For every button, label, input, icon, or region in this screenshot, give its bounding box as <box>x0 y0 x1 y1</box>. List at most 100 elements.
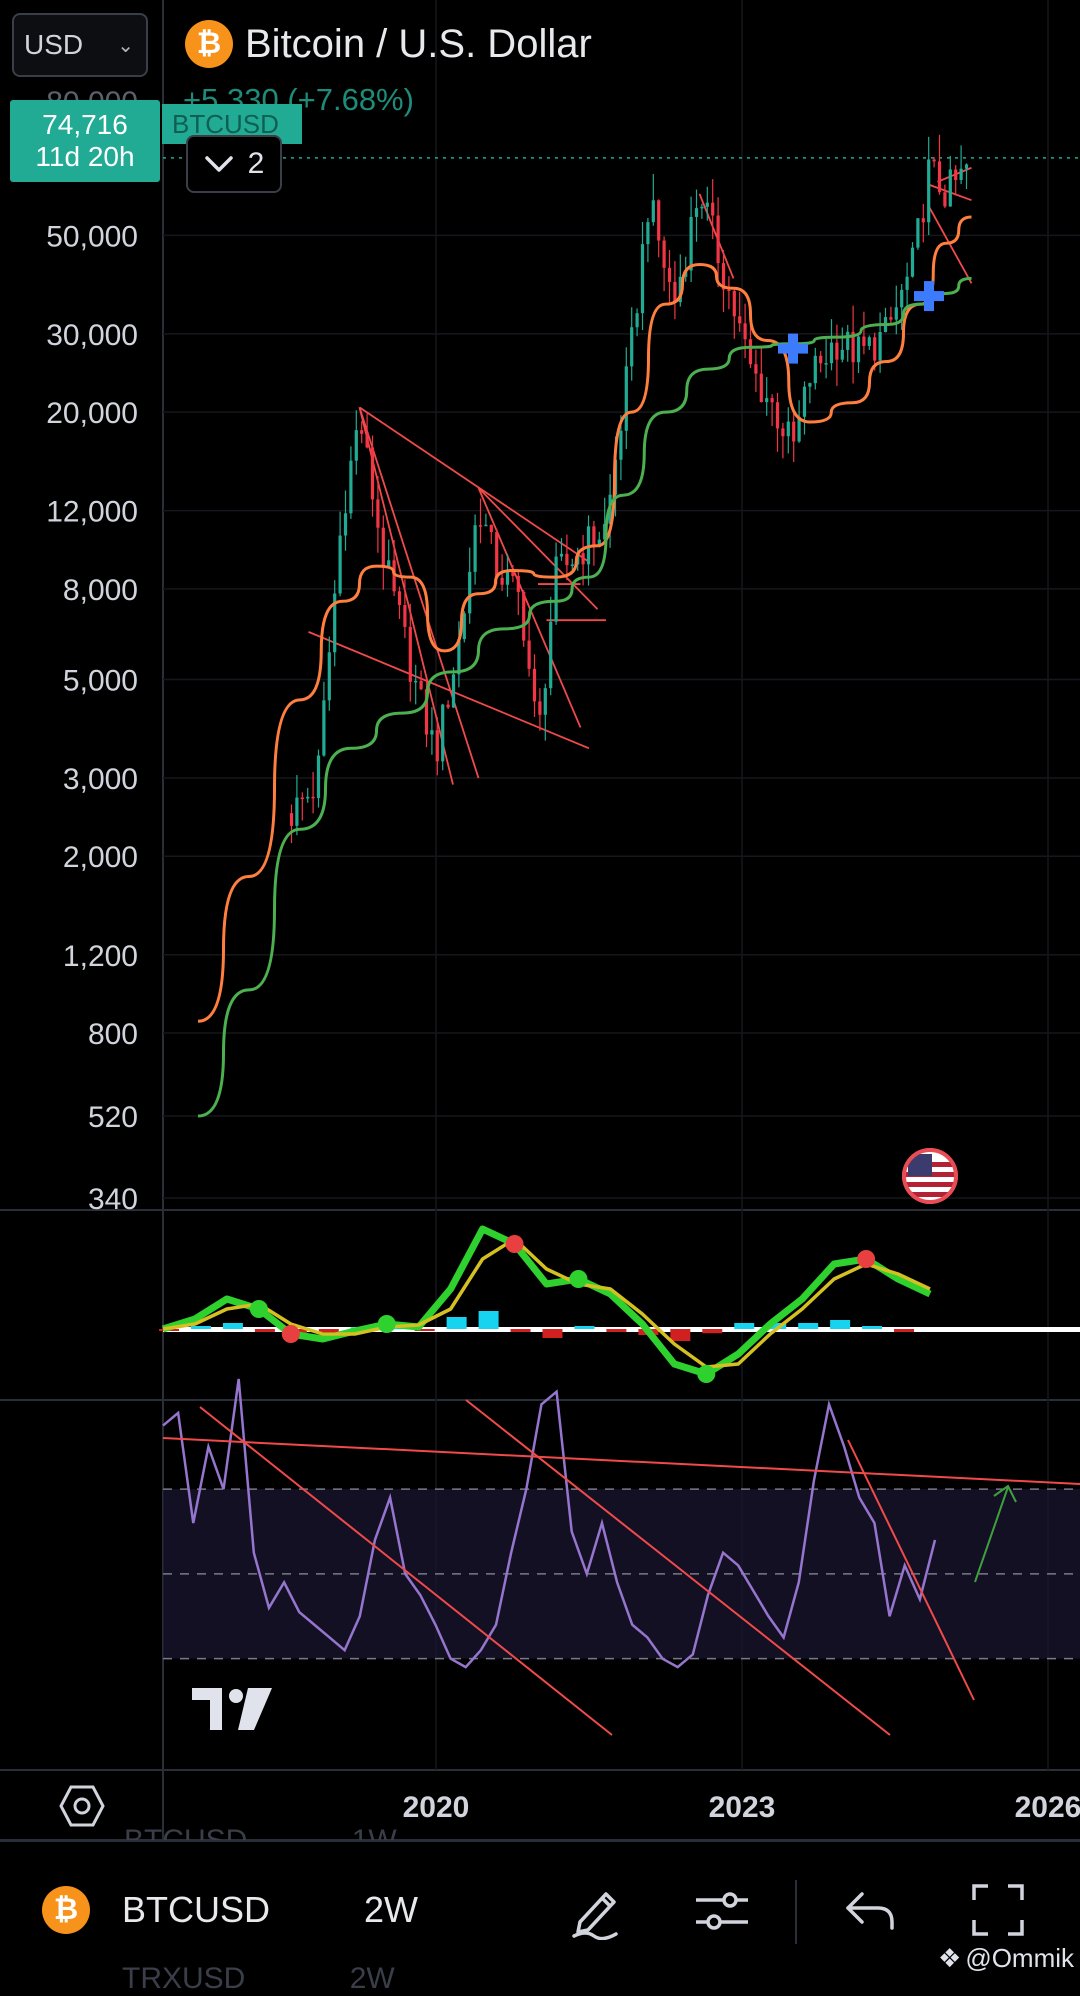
candle-body <box>700 206 704 209</box>
candle-body <box>657 200 661 241</box>
candle-body <box>716 215 720 264</box>
candle-body <box>937 161 942 193</box>
x-tick-label: 2023 <box>709 1791 776 1824</box>
rsi-pane <box>162 1378 1080 1736</box>
candle-body <box>921 218 925 223</box>
histogram-bar <box>446 1317 467 1329</box>
candle-body <box>792 421 796 442</box>
histogram-bar <box>254 1329 275 1332</box>
page-title: Bitcoin / U.S. Dollar <box>245 21 592 66</box>
chevron-down-icon <box>204 156 233 172</box>
candle-body <box>943 192 947 207</box>
candle-body <box>554 556 558 622</box>
cross-dot <box>377 1315 396 1333</box>
y-tick-label: 20,000 <box>46 397 138 430</box>
ma-slow-line <box>197 276 972 1118</box>
candle-body <box>673 281 677 303</box>
chevron-down-icon: ⌄ <box>117 34 134 57</box>
candle-body <box>559 553 564 557</box>
collapse-indicators-button[interactable]: 2 <box>186 135 282 193</box>
pen-icon[interactable] <box>566 1880 626 1940</box>
undo-icon[interactable] <box>840 1880 900 1940</box>
candle-body <box>738 316 742 324</box>
histogram-bar <box>574 1326 595 1329</box>
candle-body <box>327 652 331 701</box>
candle-body <box>565 553 569 566</box>
candle-body <box>743 323 747 340</box>
candle-body <box>619 430 623 460</box>
candle-body <box>500 577 504 585</box>
cross-dot <box>505 1235 524 1253</box>
y-tick-label: 2,000 <box>63 841 138 874</box>
candle-body <box>511 571 515 576</box>
candle-body <box>765 398 769 403</box>
candle-body <box>635 313 639 328</box>
candle-body <box>662 240 666 268</box>
cross-dot <box>281 1325 300 1343</box>
candle-body <box>397 591 402 606</box>
chart-canvas[interactable]: 340 520 800 1,200 2,000 3,000 5,000 8,000 12,000… <box>0 0 1080 1984</box>
candle-body <box>408 626 412 682</box>
candle-body <box>905 276 909 290</box>
candle-body <box>338 535 342 594</box>
cross-marker-v <box>788 333 798 364</box>
candle-body <box>370 447 375 500</box>
cross-dot <box>697 1365 716 1383</box>
ghost-list-item: TRXUSD 2W <box>122 1962 395 1996</box>
candle-body <box>959 168 963 181</box>
hexagon-settings-icon[interactable] <box>58 1784 106 1828</box>
candle-body <box>289 813 294 826</box>
histogram-bar <box>798 1323 819 1329</box>
cross-dot <box>569 1270 588 1288</box>
candle-body <box>694 208 699 217</box>
candle-body <box>570 564 574 566</box>
ma-fast-line <box>197 215 972 1023</box>
candle-body <box>484 524 488 527</box>
candle-body <box>835 342 839 360</box>
candle-body <box>781 428 785 437</box>
y-tick-label: 5,000 <box>63 664 138 697</box>
toolbar-separator <box>795 1880 797 1944</box>
symbol-title[interactable]: ₿ Bitcoin / U.S. Dollar <box>185 20 592 68</box>
fullscreen-icon[interactable] <box>968 1880 1028 1940</box>
candle-body <box>689 216 693 271</box>
candle-body <box>748 339 753 365</box>
candle-body <box>651 200 655 223</box>
candle-body <box>419 680 423 690</box>
candle-body <box>630 327 634 367</box>
candle-body <box>873 337 877 361</box>
trendlines <box>308 166 973 785</box>
candle-body <box>360 430 364 434</box>
y-tick-label: 520 <box>88 1101 138 1134</box>
candle-body <box>954 169 958 181</box>
candle-body <box>522 591 526 641</box>
histogram-bar <box>606 1329 627 1332</box>
y-tick-label: 30,000 <box>46 319 138 352</box>
histogram-bar <box>190 1326 211 1329</box>
candle-body <box>808 383 812 387</box>
currency-select[interactable]: USD ⌄ <box>12 13 148 77</box>
candle-body <box>376 499 380 528</box>
candle-body <box>543 688 547 715</box>
candle-body <box>414 680 418 683</box>
y-tick-label: 50,000 <box>46 220 138 253</box>
histogram-bar <box>830 1320 851 1329</box>
sliders-icon[interactable] <box>692 1880 752 1940</box>
interval-button[interactable]: 2W <box>364 1886 418 1934</box>
candle-body <box>770 398 774 403</box>
y-tick-label: 3,000 <box>63 763 138 796</box>
histogram-bar <box>734 1323 755 1329</box>
candle-body <box>311 796 315 799</box>
cross-marker-v <box>924 281 934 312</box>
candle-body <box>505 571 510 585</box>
us-flag-icon[interactable] <box>902 1148 958 1204</box>
cross-dot <box>249 1300 268 1318</box>
candle-body <box>306 796 310 799</box>
candle-body <box>435 730 439 762</box>
symbol-button[interactable]: BTCUSD <box>122 1886 270 1934</box>
candle-body <box>732 291 736 317</box>
candle-body <box>889 317 893 320</box>
candle-body <box>867 337 871 346</box>
candle-body <box>516 575 520 592</box>
candle-body <box>430 730 434 735</box>
